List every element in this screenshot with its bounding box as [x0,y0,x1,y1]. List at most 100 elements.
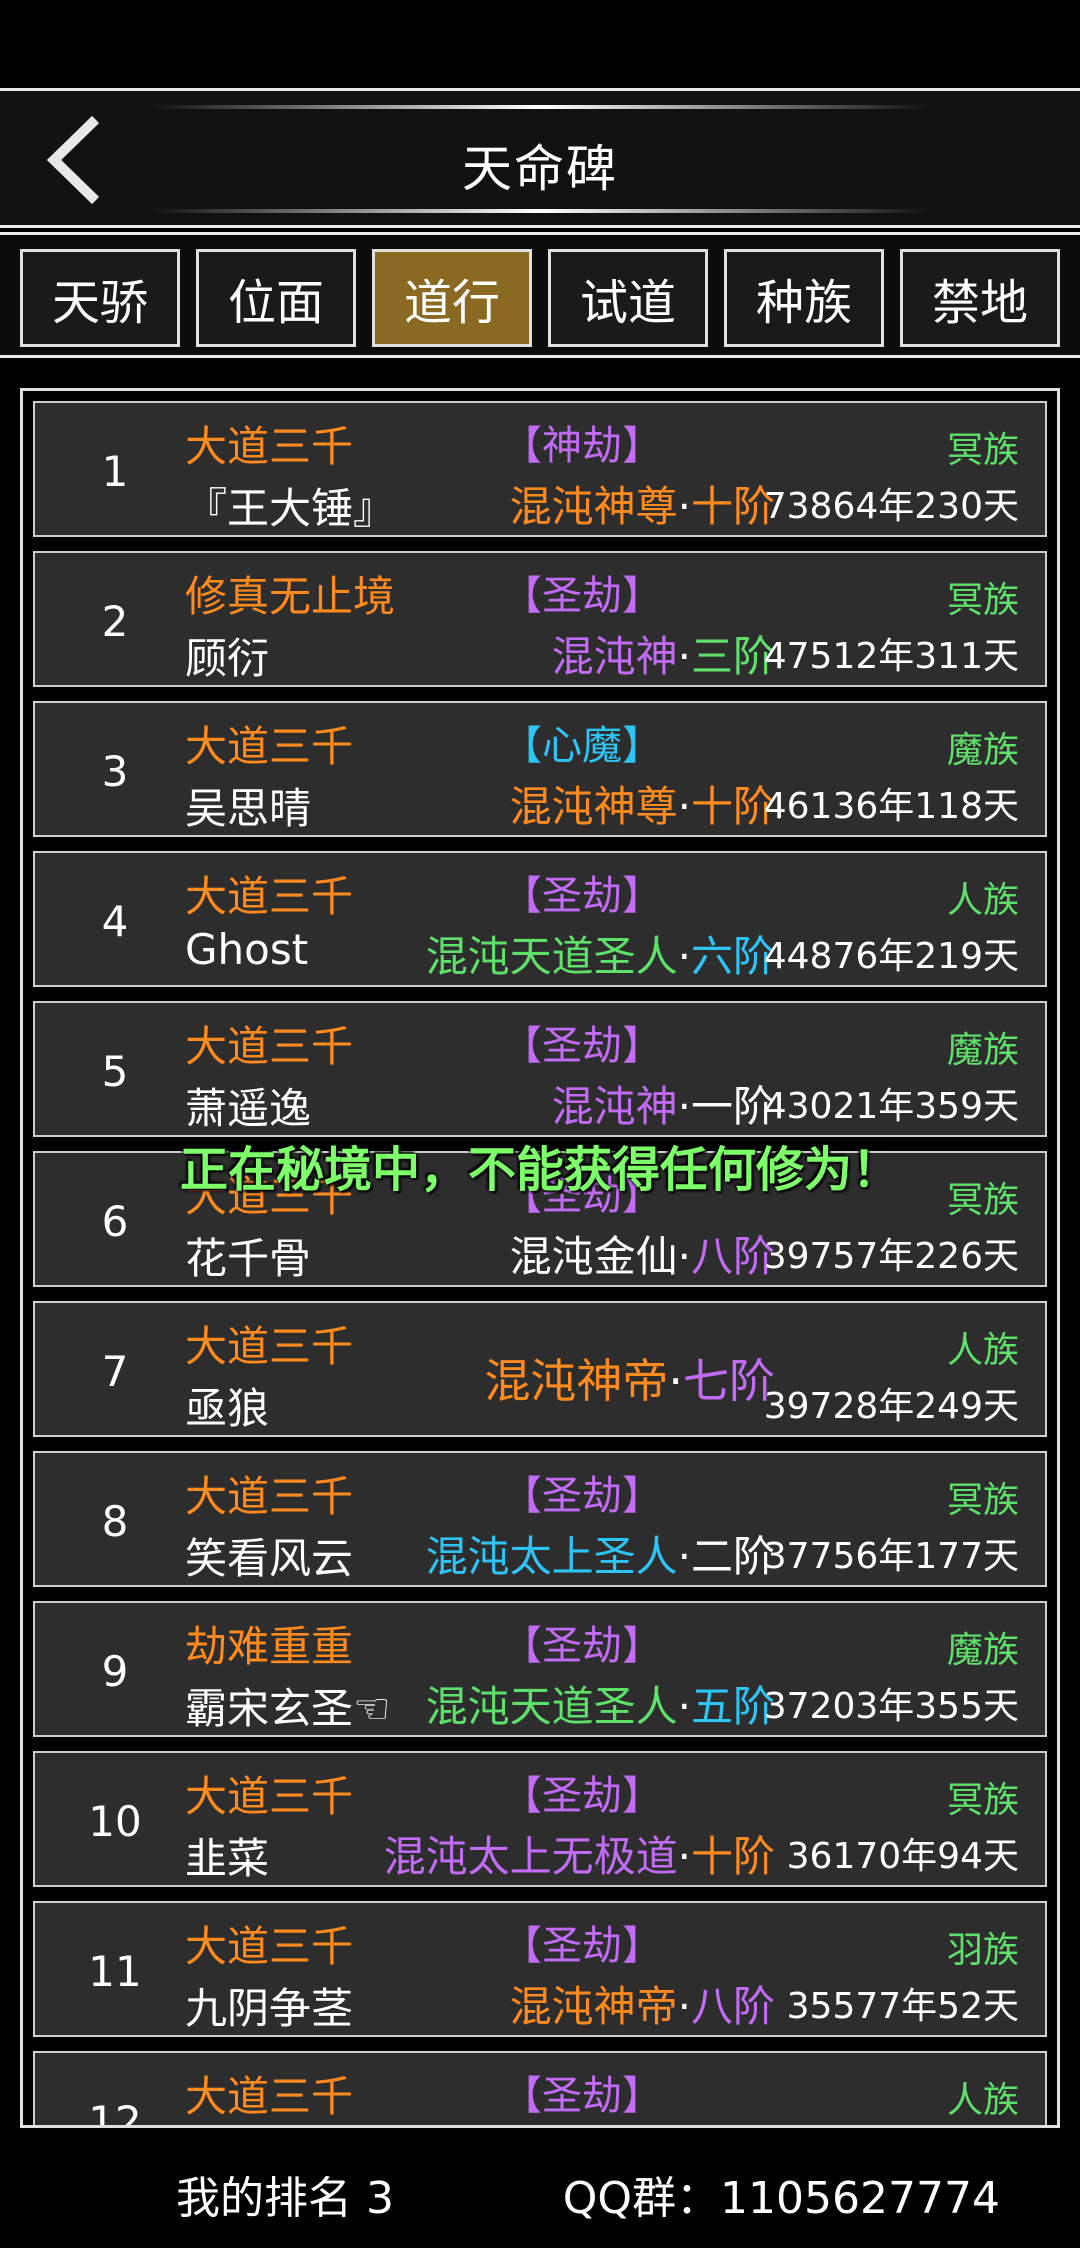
cultivation-stage: 十阶 [690,1832,775,1881]
cultivation-level: 混沌天道圣人·六阶 [426,923,775,984]
player-name: 『王大锤』 [185,484,396,533]
cultivation-stage: 八阶 [690,1232,775,1281]
cultivation-time: 39728年249天 [763,1386,1019,1427]
player-name: 花千骨 [185,1234,312,1283]
tribulation-text: 【圣劫】 [502,1023,662,1069]
tab-weimian[interactable]: 位面 [196,249,356,347]
tribulation-label: 【神劫】 [35,413,1049,471]
cultivation-realm: 混沌神尊 [509,782,678,831]
cultivation-separator: · [677,782,691,831]
my-rank-label: 我的排名 3 [176,2173,394,2224]
cultivation-level: 混沌神·三阶 [552,623,775,684]
player-name: 韭菜 [185,1834,270,1883]
table-row[interactable]: 8 大道三千 笑看风云 【圣劫】 混沌太上圣人·二阶 冥族 37756年177天 [33,1451,1047,1587]
tribulation-label: 【圣劫】 [35,2063,1049,2121]
cultivation-realm: 混沌太上圣人 [425,1532,678,1581]
cultivation-separator: · [677,482,691,531]
cultivation-realm: 混沌神帝 [484,1354,669,1408]
tribulation-text: 【圣劫】 [502,1923,662,1969]
player-name: 九阴争茎 [185,1984,354,2033]
tribulation-label: 【圣劫】 [35,1913,1049,1971]
cultivation-realm: 混沌金仙 [509,1232,678,1281]
cultivation-level: 混沌金仙·八阶 [510,1223,775,1284]
cultivation-time: 37756年177天 [763,1536,1019,1577]
cultivation-separator: · [677,1682,691,1731]
tab-shidao[interactable]: 试道 [548,249,708,347]
header-bar: 天命碑 [0,88,1080,228]
table-row[interactable]: 7 大道三千 亟狼 混沌神帝·七阶 人族 39728年249天 [33,1301,1047,1437]
cultivation-level: 混沌天道圣人·五阶 [426,1673,775,1734]
cultivation-time: 47512年311天 [763,636,1019,677]
header-top-ornament [150,105,930,109]
cultivation-level: 混沌神帝·七阶 [484,1345,775,1411]
race-label: 冥族 [946,1780,1019,1821]
table-row[interactable]: 4 大道三千 Ghost 【圣劫】 混沌天道圣人·六阶 人族 44876年219天 [33,851,1047,987]
tab-tianjiao[interactable]: 天骄 [20,249,180,347]
cultivation-time: 37203年355天 [763,1686,1019,1727]
race-label: 魔族 [946,730,1019,771]
table-row[interactable]: 12 大道三千 【圣劫】 人族 [33,2051,1049,2125]
tribulation-label: 【圣劫】 [35,863,1049,921]
table-row[interactable]: 11 大道三千 九阴争茎 【圣劫】 混沌神帝·八阶 羽族 35577年52天 [33,1901,1047,2037]
ranking-list[interactable]: 1 大道三千 『王大锤』 【神劫】 混沌神尊·十阶 冥族 73864年230天 2 修真无止境顾… [20,388,1060,2128]
tribulation-text: 【圣劫】 [502,1623,662,1669]
race-label: 人族 [946,2080,1019,2121]
footer-bar: 我的排名 3 QQ群：1105627774 [0,2128,1080,2248]
cultivation-separator: · [677,932,691,981]
table-row[interactable]: 2 修真无止境 顾衍 【圣劫】 混沌神·三阶 冥族 47512年311天 [33,551,1047,687]
qq-group-label: QQ群：1105627774 [562,2173,1000,2224]
table-row[interactable]: 3 大道三千 吴思晴 【心魔】 混沌神尊·十阶 魔族 46136年118天 [33,701,1047,837]
player-name: Ghost [185,925,309,974]
cultivation-stage: 一阶 [690,1082,775,1131]
race-label: 冥族 [946,1480,1019,1521]
cultivation-separator: · [677,1532,691,1581]
tribulation-label: 【圣劫】 [35,563,1049,621]
tab-daoxing[interactable]: 道行 [372,249,532,347]
player-name: 笑看风云 [185,1534,354,1583]
cultivation-stage: 十阶 [690,482,775,531]
cultivation-stage: 十阶 [690,782,775,831]
cultivation-realm: 混沌天道圣人 [425,932,678,981]
table-row[interactable]: 9 劫难重重 霸宋玄圣☜ 【圣劫】 混沌天道圣人·五阶 魔族 37203年355天 [33,1601,1047,1737]
table-row[interactable]: 1 大道三千 『王大锤』 【神劫】 混沌神尊·十阶 冥族 73864年230天 [33,401,1047,537]
tribulation-label: 【圣劫】 [35,1613,1049,1671]
tab-jindi[interactable]: 禁地 [900,249,1060,347]
cultivation-separator: · [677,1832,691,1881]
cultivation-level: 混沌神尊·十阶 [510,473,775,534]
cultivation-stage: 五阶 [690,1682,775,1731]
tribulation-label: 【心魔】 [35,713,1049,771]
cultivation-time: 43021年359天 [763,1086,1019,1127]
tribulation-text: 【心魔】 [502,723,662,769]
cultivation-realm: 混沌天道圣人 [425,1682,678,1731]
race-label: 冥族 [946,580,1019,621]
cultivation-time: 36170年94天 [786,1836,1019,1877]
cultivation-stage: 六阶 [690,932,775,981]
race-label: 人族 [946,1330,1019,1371]
race-label: 人族 [946,880,1019,921]
header-bottom-ornament [150,209,930,213]
cultivation-time: 46136年118天 [763,786,1019,827]
cultivation-realm: 混沌太上无极道 [383,1832,678,1881]
tribulation-text: 【圣劫】 [502,1773,662,1819]
cultivation-time: 73864年230天 [763,486,1019,527]
race-label: 魔族 [946,1030,1019,1071]
tribulation-text: 【圣劫】 [502,873,662,919]
cultivation-separator: · [677,1982,691,2031]
cultivation-level: 混沌神·一阶 [552,1073,775,1134]
rank-number: 7 [101,1346,129,1396]
cultivation-level: 混沌神帝·八阶 [510,1973,775,2034]
tribulation-text: 【神劫】 [502,423,662,469]
table-row[interactable]: 5 大道三千 萧遥逸 【圣劫】 混沌神·一阶 魔族 43021年359天 [33,1001,1047,1137]
cultivation-level: 混沌神尊·十阶 [510,773,775,834]
cultivation-level: 混沌太上无极道·十阶 [384,1823,775,1884]
cultivation-level: 混沌太上圣人·二阶 [426,1523,775,1584]
tab-zhongzu[interactable]: 种族 [724,249,884,347]
tribulation-label: 【圣劫】 [35,1463,1049,1521]
cultivation-separator: · [677,1082,691,1131]
player-name: 萧遥逸 [185,1084,312,1133]
tribulation-text: 【圣劫】 [502,1473,662,1519]
cultivation-time: 39757年226天 [763,1236,1019,1277]
tribulation-text: 【圣劫】 [502,2073,662,2119]
table-row[interactable]: 10 大道三千 韭菜 【圣劫】 混沌太上无极道·十阶 冥族 36170年94天 [33,1751,1047,1887]
cultivation-separator: · [677,1232,691,1281]
